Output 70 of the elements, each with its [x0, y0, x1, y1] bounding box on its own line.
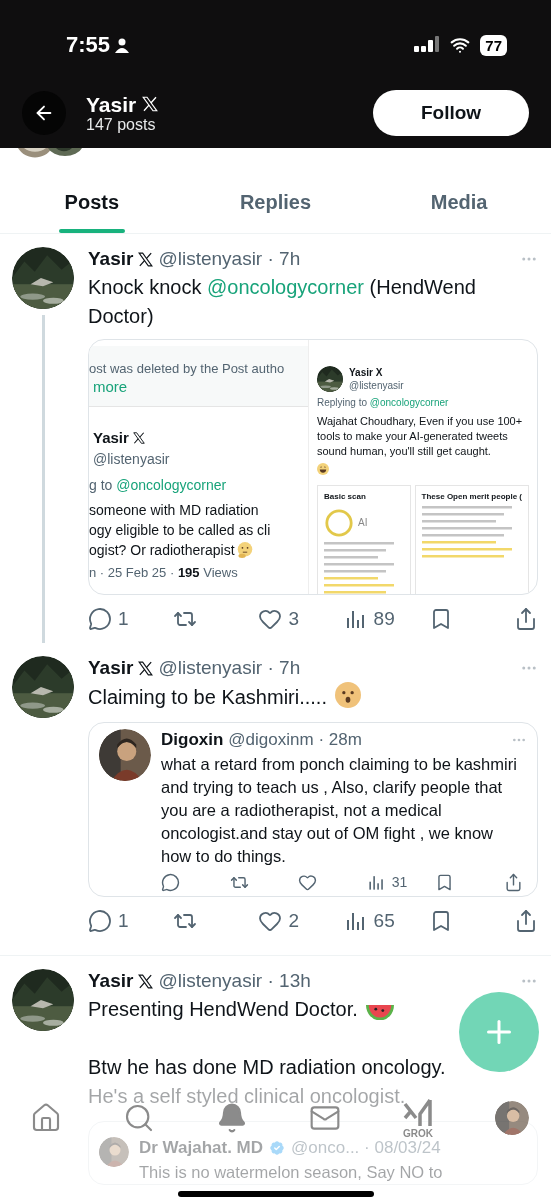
reply-icon[interactable]: [88, 909, 112, 933]
wifi-icon: [450, 35, 471, 55]
author-name: Yasir: [88, 656, 134, 680]
author-name: Dr Wajahat. MD: [139, 1137, 264, 1159]
post-text: This is no watermelon season, Say NO to: [139, 1162, 444, 1183]
signal-icon: [414, 36, 441, 54]
post-text: Presenting HendWend Doctor.: [88, 995, 394, 1024]
x-logo-icon: [137, 250, 155, 268]
post-text-line: someone with MD radiation: [89, 501, 259, 520]
battery-icon: 77: [480, 34, 507, 56]
reply-line: g to @oncologycorner: [89, 476, 228, 494]
profile-tab[interactable]: Replies: [183, 160, 368, 233]
profile-name: Yasir: [86, 92, 137, 116]
x-logo-icon: [137, 659, 155, 677]
author-name: Digoxin: [161, 729, 224, 751]
home-icon[interactable]: [30, 1102, 62, 1134]
post-text: Knock knock @oncologycorner (HendWend Doctor): [88, 275, 477, 329]
ring-chart-icon: [324, 508, 354, 538]
post-text: Claiming to be Kashmiri.....: [88, 682, 361, 712]
author-name: Yasir X: [349, 366, 384, 379]
author-handle: @listenyasir: [93, 450, 171, 468]
action-count: 3: [288, 608, 299, 630]
search-icon[interactable]: [123, 1102, 155, 1134]
person-icon: [114, 37, 131, 53]
action-count: 1: [118, 608, 129, 630]
text-lines-drawing: [324, 542, 394, 594]
back-button[interactable]: [22, 91, 66, 135]
follow-button[interactable]: Follow: [373, 90, 529, 136]
author-name: Yasir: [93, 429, 129, 447]
post-meta: n · 25 Feb 25 · 195 Views: [89, 564, 239, 582]
author-handle: @listenyasir · 7h: [158, 656, 301, 680]
post-text: what a retard from ponch claiming to be kashmiri and trying to teach us , Also, clarify people that you are a radiotherapist, not a medical oncologist.and stay out of OM fight , we know how to do things.: [161, 754, 518, 867]
post-text: Wajahat Choudhary, Even if you use 100+ tools to make your AI-generated tweets sound human, you'll still get caught.: [317, 414, 524, 459]
author-name: Yasir: [88, 247, 134, 271]
like-icon[interactable]: [258, 909, 283, 933]
deleted-notice: ost was deleted by the Post autho more: [89, 346, 308, 407]
action-count: 89: [373, 608, 395, 630]
post-text-line: ogist? Or radiotherapist: [89, 541, 235, 560]
action-count: 1: [118, 910, 129, 932]
action-count: 65: [373, 910, 395, 932]
post-text: Btw he has done MD radiation oncology.: [88, 1055, 446, 1080]
author-handle: @listenyasir · 7h: [158, 247, 301, 271]
post-text-line: ogy eligible to be called as cli: [89, 521, 271, 540]
like-icon[interactable]: [258, 607, 283, 631]
ring-label: AI: [358, 517, 368, 529]
quoted-post[interactable]: [88, 722, 538, 897]
author-handle: @onco... · 08/03/24: [291, 1137, 441, 1159]
author-handle: @listenyasir · 13h: [158, 969, 311, 993]
article-title: These Open merit people (: [421, 492, 522, 502]
reply-icon[interactable]: [161, 872, 180, 892]
share-icon[interactable]: [503, 872, 523, 892]
author-handle: @listenyasir: [349, 379, 404, 392]
like-icon[interactable]: [298, 872, 318, 892]
profile-avatar[interactable]: [495, 1101, 529, 1135]
grok-icon: [402, 1097, 434, 1128]
profile-tab[interactable]: Posts: [0, 160, 184, 233]
author-name: Yasir: [88, 969, 134, 993]
reply-line: Replying to @oncologycorner: [317, 396, 450, 410]
scan-title: Basic scan: [324, 492, 367, 502]
status-time: 7:55: [66, 32, 111, 58]
reply-icon[interactable]: [88, 607, 112, 631]
post-count: 147 posts: [86, 115, 157, 134]
action-count: 31: [391, 874, 408, 890]
x-logo-icon: [137, 972, 155, 990]
action-count: 2: [288, 910, 299, 932]
author-handle: @digoxinm · 28m: [228, 729, 362, 751]
mention-link[interactable]: @oncologycorner: [206, 276, 364, 298]
x-logo-icon: [131, 431, 146, 445]
x-logo-icon: [141, 95, 160, 113]
profile-tab[interactable]: Media: [367, 160, 551, 233]
